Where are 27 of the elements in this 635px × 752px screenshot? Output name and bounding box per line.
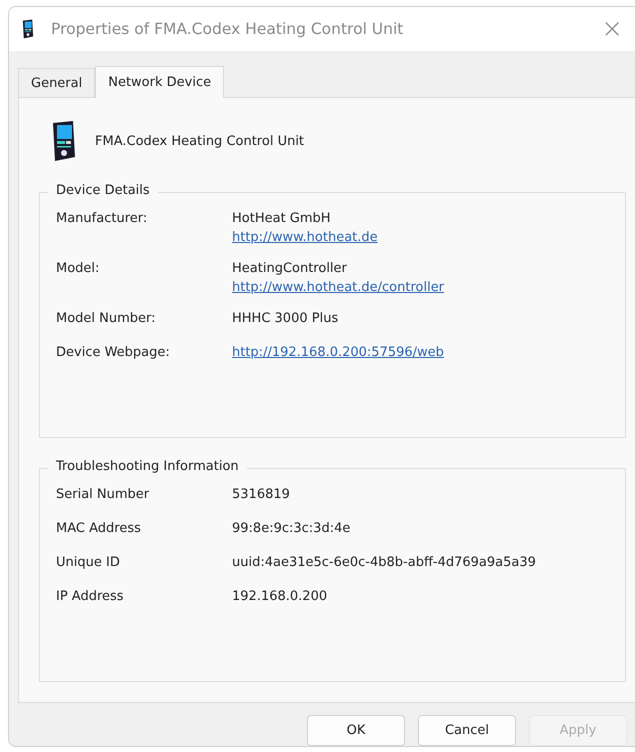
- field-label: MAC Address: [56, 521, 142, 538]
- field-label: Model:: [56, 261, 100, 278]
- link[interactable]: http://www.hotheat.de: [232, 230, 378, 245]
- field-label: Device Webpage:: [56, 345, 171, 362]
- link[interactable]: http://www.hotheat.de/controller: [232, 280, 444, 295]
- tab[interactable]: General: [18, 68, 96, 97]
- field-value: 192.168.0.200: [232, 589, 328, 604]
- group-title: Troubleshooting Information: [48, 459, 247, 474]
- window-title: Properties of FMA.Codex Heating Control Unit: [51, 20, 404, 38]
- field-value: HeatingController: [232, 261, 348, 276]
- device-name: FMA.Codex Heating Control Unit: [95, 134, 304, 148]
- dialog-button[interactable]: Cancel: [418, 715, 516, 746]
- field-value: uuid:4ae31e5c-6e0c-4b8b-abff-4d769a9a5a39: [232, 555, 536, 570]
- field-value: HotHeat GmbH: [232, 211, 332, 226]
- field-label: Model Number:: [56, 311, 157, 328]
- close-button[interactable]: ×: [595, 14, 629, 44]
- field-label: Unique ID: [56, 555, 121, 572]
- link[interactable]: http://192.168.0.200:57596/web: [232, 345, 444, 360]
- device-icon: [21, 18, 35, 40]
- field-label: IP Address: [56, 589, 125, 606]
- field-label: Serial Number: [56, 487, 150, 504]
- field-value: 99:8e:9c:3c:3d:4e: [232, 521, 350, 536]
- field-value: HHHC 3000 Plus: [232, 311, 338, 326]
- dialog-button[interactable]: OK: [307, 715, 405, 746]
- tab[interactable]: Network Device: [95, 66, 224, 98]
- field-label: Manufacturer:: [56, 211, 148, 228]
- field-value: 5316819: [232, 487, 290, 502]
